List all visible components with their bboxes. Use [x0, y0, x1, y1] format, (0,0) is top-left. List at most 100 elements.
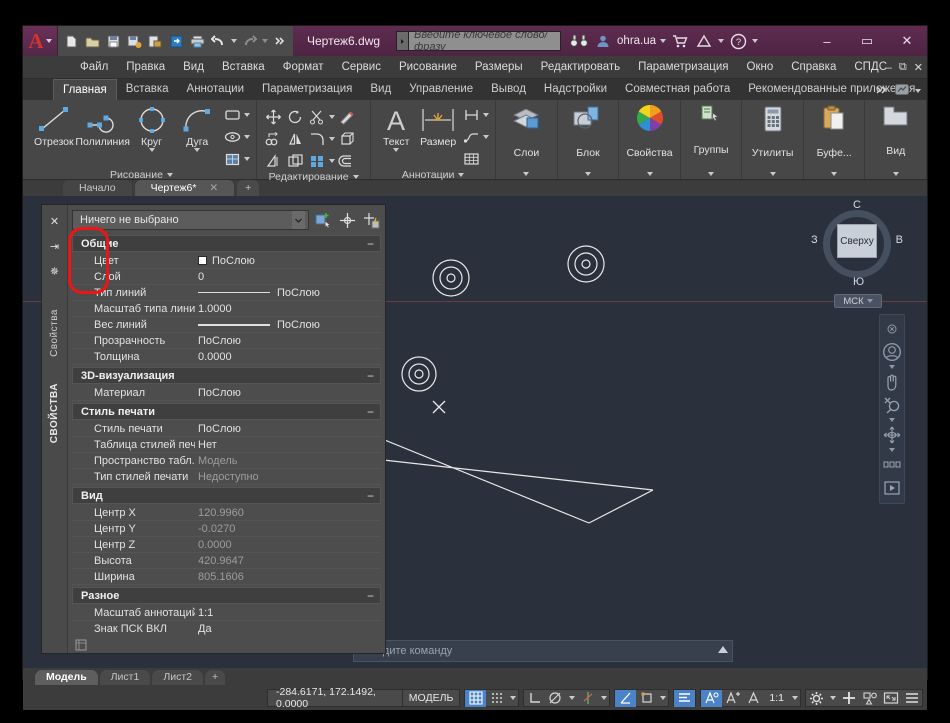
draw-polyline-button[interactable]: Полилиния [75, 103, 130, 148]
autodesk-a-icon[interactable] [694, 30, 714, 52]
leader-icon[interactable] [461, 127, 482, 147]
chevron-down-icon[interactable] [292, 211, 305, 229]
coordinates-display[interactable]: -284.6171, 172.1492, 0.0000 [267, 686, 403, 710]
property-row-color[interactable]: Цвет ПоСлою [72, 253, 381, 269]
command-line[interactable]: Введите команду [353, 640, 733, 662]
property-value-plot-style-table[interactable]: Нет [195, 439, 381, 451]
property-value-annotation-scale[interactable]: 1:1 [195, 607, 381, 619]
property-value-ucs-icon-on[interactable]: Да [195, 623, 381, 635]
user-name[interactable]: ohra.ua [617, 35, 656, 47]
open-icon[interactable] [82, 30, 102, 52]
gear-icon[interactable] [806, 690, 827, 707]
osnap-toggle-icon[interactable] [577, 690, 598, 707]
collapse-icon[interactable]: − [367, 369, 374, 383]
file-tab-close-icon[interactable]: ✕ [209, 182, 218, 194]
fillet-icon[interactable] [307, 129, 328, 149]
property-row-center-x[interactable]: Центр X 120.9960 [72, 505, 381, 521]
save-as-icon[interactable] [124, 30, 144, 52]
maximize-button[interactable]: ▭ [847, 26, 887, 56]
navbar-close-icon[interactable] [881, 319, 903, 339]
doc-close-button[interactable]: ✕ [914, 61, 923, 74]
orbit-icon[interactable] [881, 425, 903, 445]
annotation-scale-icon[interactable] [701, 689, 723, 707]
property-value-color[interactable]: ПоСлою [195, 255, 381, 267]
ucs-selector[interactable]: МСК [834, 294, 882, 308]
modify-panel-expand-icon[interactable] [352, 175, 359, 179]
menu-item-parametric[interactable]: Параметризация [629, 56, 737, 79]
linear-dim-icon[interactable] [461, 105, 482, 125]
hatch-dropdown-icon[interactable] [244, 157, 251, 161]
property-row-plot-style-type[interactable]: Тип стилей печати Недоступно [72, 469, 381, 485]
application-menu-button[interactable]: A [23, 26, 57, 56]
quick-calc-icon[interactable] [362, 211, 381, 230]
search-input[interactable]: Введите ключевое слово/фразу [409, 29, 562, 53]
view-cube-north-label[interactable]: С [853, 199, 861, 211]
draw-arc-button[interactable]: Дуга [174, 103, 220, 152]
properties-resize-icon[interactable] [75, 639, 87, 654]
trim-icon[interactable] [307, 107, 328, 127]
search-dropdown-icon[interactable] [396, 31, 410, 51]
layout-tab-add-button[interactable]: + [204, 669, 226, 685]
draw-arc-dropdown-icon[interactable] [194, 148, 201, 152]
polar-toggle-icon[interactable] [545, 690, 566, 707]
layout-tab-layout1[interactable]: Лист1 [99, 669, 151, 685]
ribbon-more-icon[interactable] [875, 85, 889, 98]
polar-dropdown-icon[interactable] [566, 690, 577, 707]
menu-item-help[interactable]: Справка [782, 56, 845, 79]
snap-dropdown-icon[interactable] [507, 690, 518, 707]
3d-solid-icon[interactable] [336, 129, 357, 149]
array-dropdown-icon[interactable] [329, 159, 335, 163]
draw-line-button[interactable]: Отрезок [31, 103, 77, 148]
file-tab-add-button[interactable]: + [237, 180, 260, 196]
redo-dropdown-icon[interactable] [260, 30, 269, 52]
rotate-icon[interactable] [285, 107, 306, 127]
view-panel-expand-icon[interactable] [892, 172, 899, 176]
stretch-icon[interactable] [263, 151, 284, 171]
view-cube-face[interactable]: Сверху [837, 224, 877, 258]
table-icon[interactable] [461, 149, 482, 169]
menu-item-view[interactable]: Вид [174, 56, 213, 79]
trim-dropdown-icon[interactable] [329, 115, 335, 119]
orbit-dropdown-icon[interactable] [889, 448, 895, 452]
doc-minimize-button[interactable]: – [886, 62, 892, 74]
import-icon[interactable] [166, 30, 186, 52]
view-cube-west-label[interactable]: З [811, 234, 818, 246]
annotation-panel-title-row[interactable]: Аннотации [371, 169, 495, 181]
erase-icon[interactable] [336, 107, 357, 127]
cart-icon[interactable] [670, 30, 690, 52]
property-value-layer[interactable]: 0 [195, 271, 381, 283]
annotation-panel-expand-icon[interactable] [458, 173, 465, 177]
annotation-autoscale-icon[interactable] [743, 690, 764, 707]
block-panel-expand-icon[interactable] [584, 172, 591, 176]
property-group-misc[interactable]: Разное − [72, 587, 381, 604]
property-row-center-y[interactable]: Центр Y -0.0270 [72, 521, 381, 537]
annotation-scale-value[interactable]: 1:1 [764, 692, 789, 704]
snap-toggle-icon[interactable] [486, 690, 507, 707]
view-cube-east-label[interactable]: В [896, 234, 903, 246]
property-value-linetype-scale[interactable]: 1.0000 [195, 303, 381, 315]
user-dropdown-icon[interactable] [660, 39, 667, 43]
gear-dropdown-icon[interactable] [827, 690, 838, 707]
property-row-linetype[interactable]: Тип линий ПоСлою [72, 285, 381, 301]
property-row-plot-table-space[interactable]: Пространство табл... Модель [72, 453, 381, 469]
view-cube-south-label[interactable]: Ю [853, 276, 864, 288]
ellipse-dropdown-icon[interactable] [244, 135, 251, 139]
property-row-height[interactable]: Высота 420.9647 [72, 553, 381, 569]
collapse-icon[interactable]: − [367, 237, 374, 251]
ribbon-panel-utilities[interactable]: Утилиты [742, 100, 804, 179]
leader-dropdown-icon[interactable] [483, 135, 490, 139]
ribbon-panel-properties[interactable]: Свойства [619, 100, 681, 179]
ribbon-tab-collaborate[interactable]: Совместная работа [616, 79, 739, 100]
ribbon-panel-layers[interactable]: Слои [496, 100, 558, 179]
property-row-width[interactable]: Ширина 805.1606 [72, 569, 381, 585]
property-value-material[interactable]: ПоСлою [195, 387, 381, 399]
property-row-plot-style[interactable]: Стиль печати ПоСлою [72, 421, 381, 437]
menu-item-dimensions[interactable]: Размеры [466, 56, 532, 79]
palette-settings-icon[interactable]: ✵ [47, 263, 63, 279]
isolate-objects-icon[interactable] [859, 690, 880, 707]
annotation-text-dropdown-icon[interactable] [393, 148, 400, 152]
property-row-thickness[interactable]: Толщина 0.0000 [72, 349, 381, 365]
ribbon-panel-view[interactable]: Вид [865, 100, 927, 179]
menu-item-insert[interactable]: Вставка [213, 56, 274, 79]
fillet-dropdown-icon[interactable] [329, 137, 335, 141]
